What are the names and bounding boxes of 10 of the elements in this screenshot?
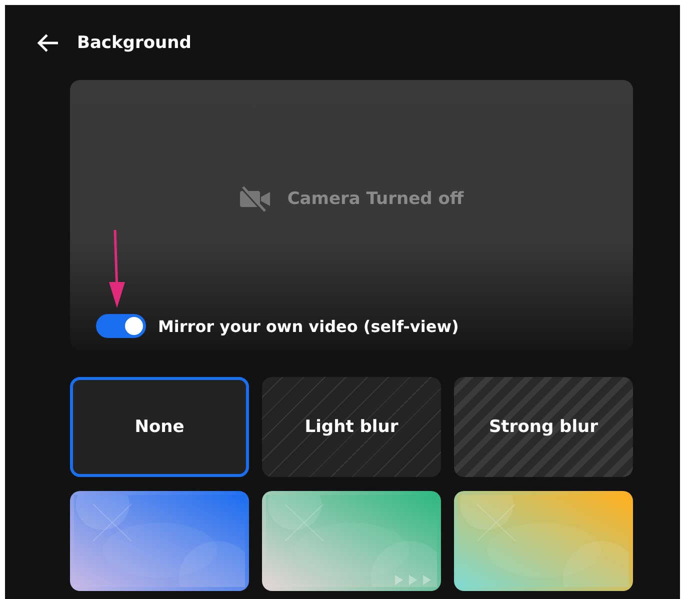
background-option[interactable]: Strong blur — [454, 377, 633, 477]
mirror-toggle[interactable] — [96, 314, 146, 338]
background-option[interactable]: None — [70, 377, 249, 477]
camera-status: Camera Turned off — [287, 189, 464, 209]
page-title: Background — [77, 33, 192, 53]
background-option[interactable]: Light blur — [262, 377, 441, 477]
play-icon — [395, 575, 433, 585]
mirror-label: Mirror your own video (self-view) — [158, 316, 459, 336]
camera-off-icon — [239, 186, 272, 212]
back-arrow-icon[interactable] — [37, 34, 59, 52]
